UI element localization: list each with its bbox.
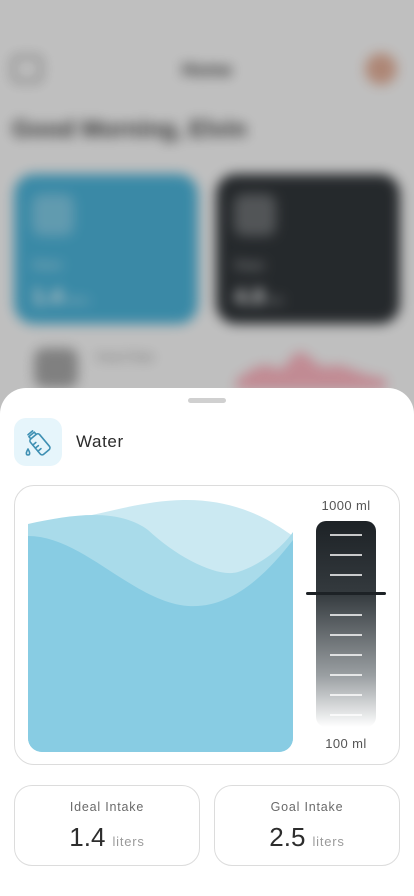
goal-intake-card: Goal Intake 2.5 liters xyxy=(214,785,400,866)
drag-handle[interactable] xyxy=(188,398,226,403)
water-tracker-card: 1000 ml 100 ml xyxy=(14,485,400,765)
scale-tick xyxy=(330,574,362,576)
water-bottom-sheet: Water 1000 ml 100 ml Ideal Intake 1.4 li… xyxy=(0,388,414,896)
scale-min-label: 100 ml xyxy=(325,736,367,751)
scale-tick xyxy=(330,714,362,716)
ideal-intake-line: 1.4 liters xyxy=(15,822,199,853)
scale-tick xyxy=(330,534,362,536)
scale-tick xyxy=(330,554,362,556)
ideal-intake-unit: liters xyxy=(112,834,145,849)
scale-tick xyxy=(330,654,362,656)
goal-intake-unit: liters xyxy=(312,834,345,849)
scale-max-label: 1000 ml xyxy=(321,498,371,513)
ideal-intake-card: Ideal Intake 1.4 liters xyxy=(14,785,200,866)
volume-scale[interactable] xyxy=(316,521,376,727)
scale-tick xyxy=(330,614,362,616)
ideal-intake-label: Ideal Intake xyxy=(69,800,145,814)
sheet-title: Water xyxy=(76,432,124,451)
ideal-intake-value: 1.4 xyxy=(69,822,106,852)
goal-intake-value: 2.5 xyxy=(269,822,306,852)
goal-intake-line: 2.5 liters xyxy=(215,822,399,853)
water-glass[interactable] xyxy=(28,496,293,752)
water-bottle-icon xyxy=(14,418,62,466)
goal-intake-label: Goal Intake xyxy=(270,800,344,814)
scale-tick xyxy=(330,694,362,696)
scale-tick xyxy=(330,674,362,676)
sheet-header: Water xyxy=(14,418,124,466)
scale-tick xyxy=(330,634,362,636)
scale-level-marker[interactable] xyxy=(306,591,386,595)
